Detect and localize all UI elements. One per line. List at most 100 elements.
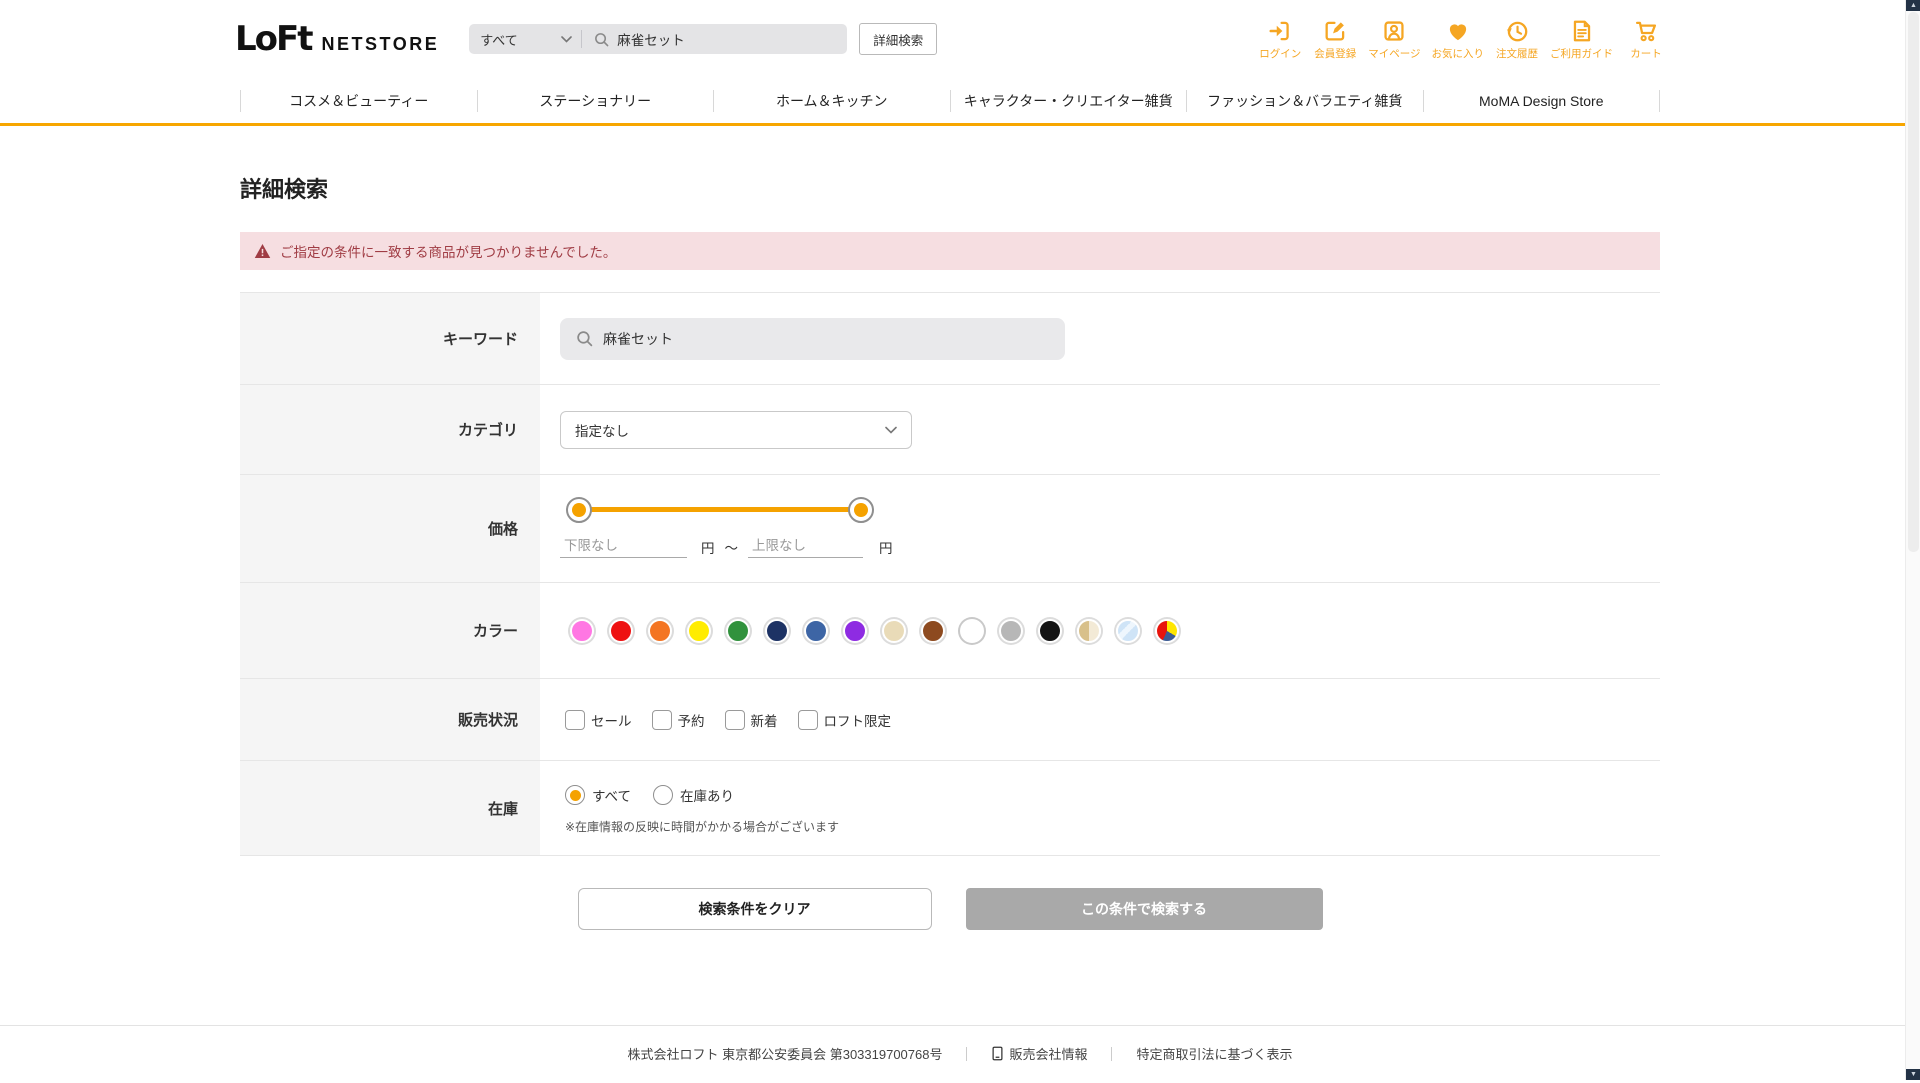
checkbox-loft-limited[interactable]: ロフト限定 [797, 709, 892, 730]
checkbox-new[interactable]: 新着 [724, 709, 778, 730]
category-row: カテゴリ 指定なし [240, 385, 1660, 475]
price-range-slider[interactable] [566, 497, 874, 523]
guide-link[interactable]: ご利用ガイド [1550, 18, 1613, 61]
price-slider-max-handle[interactable] [848, 497, 874, 523]
color-swatch-purple[interactable] [843, 618, 867, 643]
radio-button[interactable] [653, 785, 674, 805]
checkbox[interactable] [651, 709, 672, 730]
seller-info-link[interactable]: 販売会社情報 [991, 1044, 1087, 1063]
header-search-input[interactable] [617, 31, 836, 47]
company-info-icon [992, 1046, 1003, 1061]
checkbox[interactable] [797, 709, 818, 730]
checkbox[interactable] [724, 709, 745, 730]
checkbox-label: セール [591, 713, 632, 729]
nav-item-character-goods[interactable]: キャラクター・クリエイター雑貨 [951, 91, 1187, 111]
checkbox-label: 新着 [750, 713, 778, 729]
keyword-input[interactable] [603, 330, 1023, 347]
nav-item-stationery[interactable]: ステーショナリー [478, 91, 714, 111]
price-unit-label: 円 [701, 541, 715, 556]
warning-icon [254, 244, 271, 258]
stock-label: 在庫 [240, 761, 540, 855]
color-swatch-orange[interactable] [648, 618, 672, 643]
search-category-select[interactable]: すべて [469, 24, 581, 54]
loft-logo[interactable]: LoFt NETSTORE [235, 19, 439, 59]
keyword-label: キーワード [240, 293, 540, 384]
stock-row: 在庫 すべて 在庫あり ※在庫情報の反映に時間がかかる場合がございます [240, 761, 1660, 856]
scroll-down-arrow[interactable]: ▼ [1906, 1069, 1920, 1080]
register-link[interactable]: 会員登録 [1313, 18, 1357, 61]
advanced-search-page: 詳細検索 ご指定の条件に一致する商品が見つかりませんでした。 キーワード カテゴ… [240, 126, 1660, 930]
color-swatch-white[interactable] [960, 618, 984, 643]
color-label: カラー [240, 583, 540, 678]
color-swatch-black[interactable] [1038, 618, 1062, 643]
category-select[interactable]: 指定なし [560, 410, 912, 449]
stock-note: ※在庫情報の反映に時間がかかる場合がございます [565, 820, 840, 834]
checkbox-label: 予約 [677, 713, 705, 729]
favorites-link[interactable]: お気に入り [1431, 18, 1485, 61]
page-title: 詳細検索 [240, 177, 329, 202]
color-swatch-blue[interactable] [804, 618, 828, 643]
price-separator: ～ [724, 541, 739, 556]
color-swatch-yellow[interactable] [687, 618, 711, 643]
login-icon [1269, 21, 1289, 40]
cart-link[interactable]: カート [1624, 18, 1668, 61]
seller-info-label: 販売会社情報 [1009, 1047, 1088, 1062]
radio-stock-available[interactable]: 在庫あり [653, 785, 734, 805]
price-slider-min-handle[interactable] [566, 497, 592, 523]
clear-conditions-button[interactable]: 検索条件をクリア [577, 888, 932, 930]
top-bar: LoFt NETSTORE すべて 詳細検索 ログイン 会員登録 [0, 0, 1920, 78]
color-swatch-multicolor[interactable] [1155, 618, 1179, 643]
radio-button[interactable] [565, 785, 585, 805]
logo-netstore-text: NETSTORE [321, 34, 440, 54]
header-search-bar: すべて [469, 24, 848, 54]
color-swatch-beige[interactable] [882, 618, 906, 643]
price-min-input[interactable] [560, 536, 687, 558]
category-label: カテゴリ [240, 385, 540, 474]
commercial-law-link[interactable]: 特定商取引法に基づく表示 [1136, 1044, 1292, 1063]
nav-item-fashion-variety[interactable]: ファッション＆バラエティ雑貨 [1187, 91, 1423, 111]
main-navigation: コスメ＆ビューティー ステーショナリー ホーム＆キッチン キャラクター・クリエイ… [240, 78, 1660, 123]
advanced-search-button[interactable]: 詳細検索 [859, 23, 938, 55]
nav-item-cosmetics[interactable]: コスメ＆ビューティー [241, 91, 477, 111]
keyword-field[interactable] [560, 317, 1065, 360]
footer-divider [1111, 1046, 1113, 1061]
mypage-link[interactable]: マイページ [1368, 18, 1421, 61]
color-swatch-red[interactable] [609, 618, 633, 643]
price-max-input[interactable] [748, 536, 863, 558]
footer-divider [966, 1046, 968, 1061]
price-unit-label: 円 [879, 541, 893, 556]
checkbox-preorder[interactable]: 予約 [651, 709, 705, 730]
nav-item-moma[interactable]: MoMA Design Store [1424, 93, 1660, 109]
register-icon [1325, 21, 1345, 40]
color-swatch-navy[interactable] [765, 618, 789, 643]
scrollbar[interactable]: ▲ ▼ [1905, 0, 1920, 1080]
color-swatch-clear[interactable] [1116, 618, 1140, 643]
order-history-link[interactable]: 注文履歴 [1495, 18, 1539, 61]
color-swatch-pink[interactable] [570, 618, 594, 643]
radio-stock-all[interactable]: すべて [565, 785, 631, 805]
checkbox-label: ロフト限定 [823, 713, 892, 729]
color-swatch-brown[interactable] [921, 618, 945, 643]
color-swatch-gold[interactable] [1077, 618, 1101, 643]
order-history-label: 注文履歴 [1496, 47, 1538, 60]
mypage-label: マイページ [1368, 47, 1421, 60]
login-link[interactable]: ログイン [1258, 18, 1302, 61]
color-swatch-gray[interactable] [999, 618, 1023, 643]
company-registration-text: 株式会社ロフト 東京都公安委員会 第303319700768号 [627, 1047, 943, 1062]
checkbox-sale[interactable]: セール [565, 709, 632, 730]
color-swatch-green[interactable] [726, 618, 750, 643]
scrollbar-thumb[interactable] [1908, 12, 1919, 552]
scroll-up-arrow[interactable]: ▲ [1906, 0, 1920, 11]
nav-item-home-kitchen[interactable]: ホーム＆キッチン [714, 91, 950, 111]
register-label: 会員登録 [1314, 47, 1357, 60]
search-icon [595, 32, 609, 46]
favorites-label: お気に入り [1431, 47, 1485, 60]
sales-status-label: 販売状況 [240, 679, 540, 760]
header-quick-links: ログイン 会員登録 マイページ お気に入り 注文履歴 ご利用ガイド カート [1258, 18, 1668, 61]
search-submit-button[interactable]: この条件で検索する [965, 888, 1323, 930]
guide-label: ご利用ガイド [1550, 47, 1613, 60]
mypage-icon [1384, 20, 1404, 41]
form-actions: 検索条件をクリア この条件で検索する [240, 888, 1660, 930]
header-search-field[interactable] [582, 24, 847, 54]
checkbox[interactable] [565, 709, 585, 730]
